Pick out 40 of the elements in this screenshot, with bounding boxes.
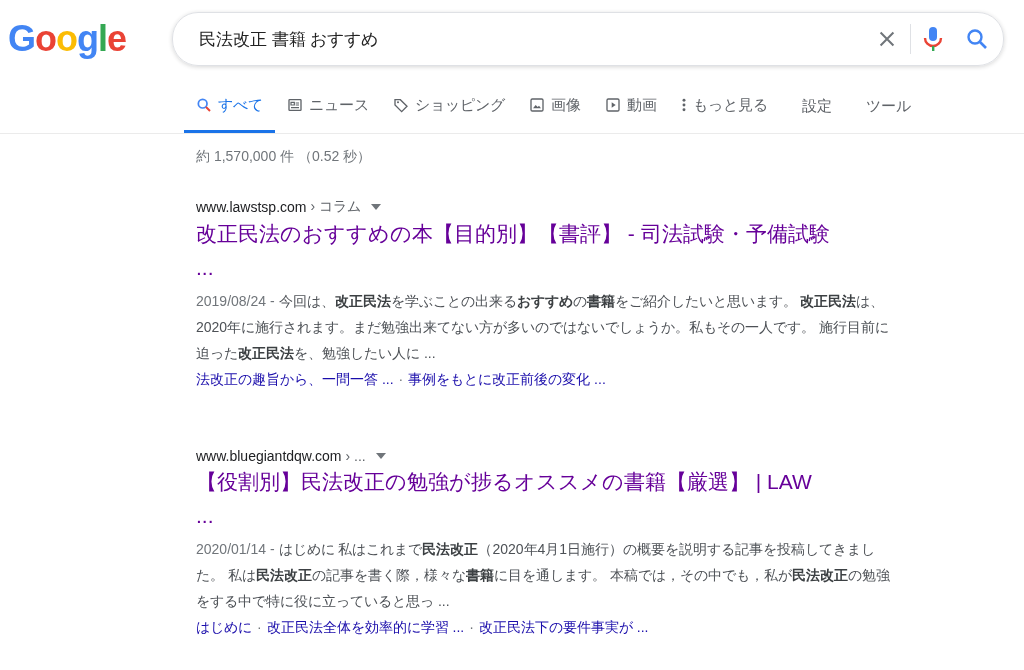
result-title[interactable]: ... bbox=[196, 500, 214, 532]
sitelink[interactable]: 改正民法全体を効率的に学習 ... bbox=[266, 614, 465, 640]
search-icon bbox=[196, 97, 212, 113]
search-bar[interactable]: 民法改正 書籍 おすすめ bbox=[172, 12, 1004, 66]
sitelink[interactable]: 事例をもとに改正前後の変化 ... bbox=[408, 366, 606, 392]
nav-link[interactable]: ツール bbox=[854, 80, 923, 133]
sitelink[interactable]: 法改正の趣旨から、一問一答 ... bbox=[196, 366, 394, 392]
separator-dot: · bbox=[256, 618, 263, 637]
microphone-icon[interactable] bbox=[923, 26, 943, 52]
search-icon[interactable] bbox=[965, 27, 989, 51]
newspaper-icon bbox=[287, 97, 303, 113]
result-snippet: 2020/01/14 - はじめに 私はこれまで民法改正（2020年4月1日施行）の概要を説明する記事を投稿してきました。 私は民法改正の記事を書く際，様々な書籍に目を通します。 本稿では，その中でも，私が民法改正の勉強をする中で特に役に立っていると思っ ... bbox=[196, 540, 891, 611]
result-title[interactable]: ... bbox=[196, 252, 214, 284]
result-url: www.bluegiantdqw.com bbox=[196, 448, 342, 464]
nav-tab[interactable]: もっと見る bbox=[669, 80, 780, 133]
result-title[interactable]: 【役割別】民法改正の勉強が捗るオススメの書籍【厳選】 | LAW bbox=[196, 466, 812, 498]
result-stats: 約 1,570,000 件 （0.52 秒） bbox=[196, 148, 373, 166]
nav-tab[interactable]: ニュース bbox=[275, 80, 381, 133]
nav-tab[interactable]: ショッピング bbox=[381, 80, 517, 133]
breadcrumb: › コラム bbox=[310, 198, 362, 216]
breadcrumb: › ... bbox=[345, 448, 366, 464]
search-field[interactable]: 民法改正 書籍 おすすめ bbox=[197, 28, 876, 50]
caret-icon[interactable] bbox=[371, 204, 382, 210]
result-snippet: 2019/08/24 - 今回は、改正民法を学ぶことの出来るおすすめの書籍をご紹介したいと思います。 改正民法は、2020年に施行されます。まだ勉強出来てない方が多いのではないでしょうか。私もその一人です。 施行目前に迫った改正民法を、勉強したい人に ... bbox=[196, 292, 891, 363]
result-title[interactable]: 改正民法のおすすめの本【目的別】【書評】 - 司法試験・予備試験 bbox=[196, 218, 830, 250]
google-logo[interactable]: Google bbox=[8, 18, 172, 60]
separator-dot: · bbox=[397, 370, 405, 389]
separator-dot: · bbox=[468, 618, 475, 637]
result-url: www.lawstsp.com bbox=[196, 199, 307, 215]
nav-tab[interactable]: すべて bbox=[184, 80, 275, 133]
nav-tab[interactable]: 動画 bbox=[593, 80, 669, 133]
nav-link[interactable]: 設定 bbox=[790, 80, 844, 133]
more-icon bbox=[681, 97, 687, 113]
nav-tab[interactable]: 画像 bbox=[517, 80, 593, 133]
video-icon bbox=[605, 97, 621, 113]
sitelink[interactable]: 改正民法下の要件事実が ... bbox=[478, 614, 649, 640]
sitelink[interactable]: はじめに bbox=[196, 614, 252, 640]
image-icon bbox=[529, 97, 545, 113]
tag-icon bbox=[393, 97, 409, 113]
caret-icon[interactable] bbox=[375, 453, 386, 459]
